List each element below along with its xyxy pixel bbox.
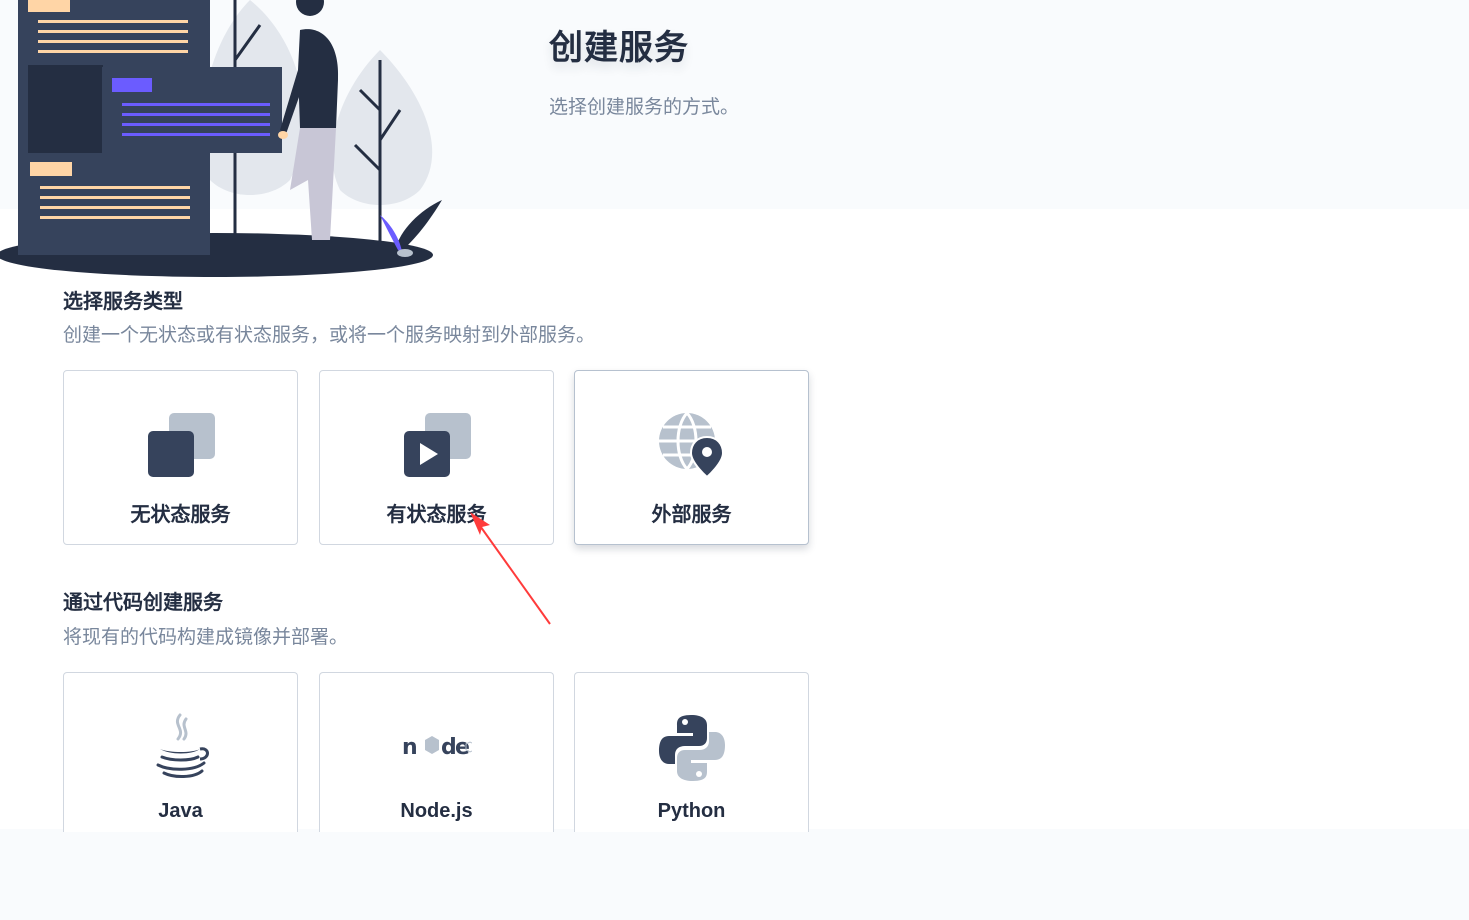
nodejs-icon: n d e: [402, 735, 472, 760]
external-service-icon: [658, 411, 724, 479]
svg-text:n: n: [402, 735, 418, 760]
service-type-section-title: 选择服务类型: [63, 291, 183, 313]
svg-text:e: e: [455, 735, 470, 760]
nodejs-card[interactable]: n d e Node.js: [319, 672, 554, 832]
stateless-service-card[interactable]: 无状态服务: [63, 370, 298, 545]
code-section-description: 将现有的代码构建成镜像并部署。: [63, 627, 349, 648]
code-section-title: 通过代码创建服务: [63, 592, 223, 614]
stateless-service-label: 无状态服务: [130, 504, 231, 526]
python-label: Python: [657, 800, 726, 822]
service-type-section-description: 创建一个无状态或有状态服务，或将一个服务映射到外部服务。: [63, 325, 596, 346]
page-title: 创建服务: [549, 29, 689, 67]
python-card[interactable]: Python: [574, 672, 809, 832]
stateless-service-icon: [147, 413, 215, 477]
python-icon: [658, 715, 725, 781]
external-service-label: 外部服务: [651, 504, 732, 526]
stateful-service-card[interactable]: 有状态服务: [319, 370, 554, 545]
java-icon: [156, 713, 209, 778]
page-description: 选择创建服务的方式。: [549, 97, 740, 118]
java-card[interactable]: Java: [63, 672, 298, 832]
header-illustration: [0, 0, 442, 277]
nodejs-label: Node.js: [400, 800, 473, 822]
external-service-card[interactable]: 外部服务: [574, 370, 809, 545]
java-label: Java: [158, 800, 203, 822]
stateful-service-icon: [403, 413, 471, 477]
stateful-service-label: 有状态服务: [386, 504, 487, 526]
